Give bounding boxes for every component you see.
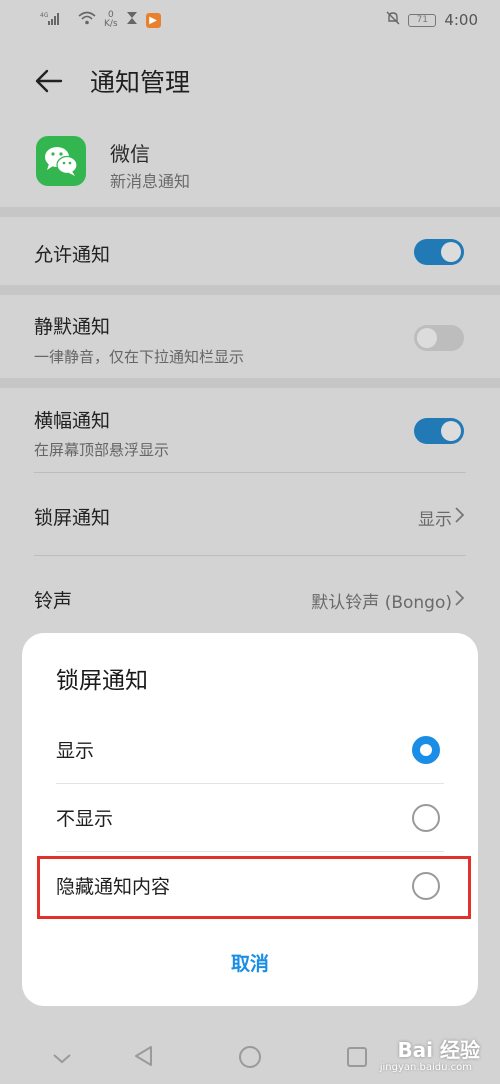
chevron-right-icon [454,506,466,524]
ringtone-label: 铃声 [34,590,73,612]
banner-notifications-desc: 在屏幕顶部悬浮显示 [34,441,170,459]
signal-label: 4G [40,12,49,19]
chevron-down-icon[interactable] [52,1050,72,1069]
radio-selected-icon[interactable] [412,736,440,764]
section-separator [0,207,500,217]
highlight-annotation-box [37,856,471,919]
lockscreen-notifications-label: 锁屏通知 [34,507,111,529]
recents-square-icon[interactable] [346,1046,368,1072]
option-label: 不显示 [56,808,114,830]
network-speed: 0 K/s [104,11,118,29]
chevron-right-icon [454,589,466,607]
status-bar-left: 4G 0 K/s ▶ [40,11,161,29]
app-subtitle: 新消息通知 [110,172,191,191]
toggle-knob [417,328,437,348]
app-info: 微信 新消息通知 [0,120,500,205]
option-show[interactable]: 显示 [22,716,478,784]
section-separator [0,378,500,388]
app-name: 微信 [110,142,150,166]
silent-notifications-desc: 一律静音，仅在下拉通知栏显示 [34,348,245,366]
toggle-knob [441,242,461,262]
baidu-jingyan-url: jingyan.baidu.com [379,1062,472,1073]
top-bar: 通知管理 [0,50,500,110]
toggle-knob [441,421,461,441]
silent-notifications-label: 静默通知 [34,316,111,338]
status-bar-right: 71 4:00 [386,11,478,29]
clock: 4:00 [444,11,478,29]
hourglass-icon [126,11,138,29]
lockscreen-notification-dialog: 锁屏通知 显示 不显示 隐藏通知内容 取消 [22,633,478,1006]
page-title: 通知管理 [90,68,191,97]
banner-notifications-toggle[interactable] [414,418,464,444]
radio-unselected-icon[interactable] [412,804,440,832]
banner-notifications-label: 横幅通知 [34,410,111,432]
section-separator [0,285,500,295]
ringtone-value: 默认铃声 (Bongo) [311,593,452,613]
silent-notifications-toggle[interactable] [414,325,464,351]
signal-icon: 4G [40,11,70,29]
lockscreen-notifications-value: 显示 [418,510,452,530]
allow-notifications-toggle[interactable] [414,239,464,265]
mute-icon [386,11,400,29]
back-triangle-icon[interactable] [133,1045,153,1071]
battery-indicator: 71 [408,13,437,27]
app-notification-icon: ▶ [145,12,161,28]
wechat-icon [36,136,86,186]
option-label: 显示 [56,740,95,762]
cancel-button[interactable]: 取消 [22,949,478,976]
baidu-jingyan-watermark: Bai 经验 [397,1038,480,1062]
back-arrow-icon[interactable] [34,66,64,96]
home-circle-icon[interactable] [238,1045,262,1073]
dialog-title: 锁屏通知 [56,668,148,694]
option-hide[interactable]: 不显示 [22,784,478,852]
network-speed-unit: K/s [104,19,118,29]
row-divider [34,555,466,556]
wifi-icon [78,11,96,29]
row-divider [34,472,466,473]
allow-notifications-label: 允许通知 [34,244,111,266]
status-bar: 4G 0 K/s ▶ 71 4:00 [0,0,500,40]
